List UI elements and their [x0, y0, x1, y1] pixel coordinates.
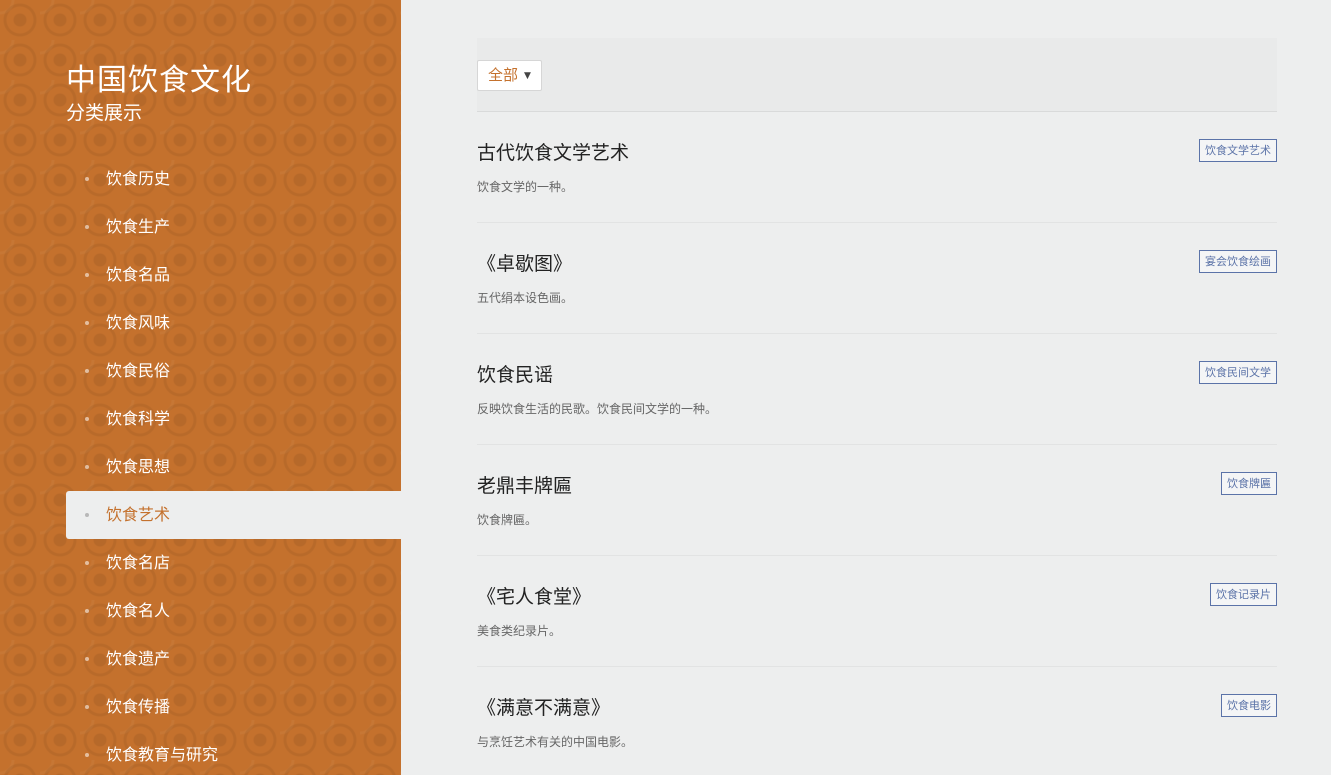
nav-item-history[interactable]: 饮食历史: [66, 155, 401, 203]
sidebar: 中国饮食文化 分类展示 饮食历史 饮食生产 饮食名品 饮食风味 饮食民俗 饮食科…: [0, 0, 401, 775]
entry-description: 五代绢本设色画。: [477, 291, 574, 305]
entry-description: 与烹饪艺术有关的中国电影。: [477, 735, 634, 749]
bullet-icon: [85, 177, 89, 181]
entry-tag[interactable]: 宴会饮食绘画: [1199, 250, 1277, 273]
list-item: 老鼎丰牌匾 饮食牌匾 饮食牌匾。: [477, 445, 1277, 556]
entry-title[interactable]: 《宅人食堂》: [477, 582, 591, 609]
nav-item-art[interactable]: 饮食艺术: [66, 491, 401, 539]
nav-item-thought[interactable]: 饮食思想: [66, 443, 401, 491]
nav-item-label: 饮食教育与研究: [106, 745, 219, 764]
nav-item-famous-people[interactable]: 饮食名人: [66, 587, 401, 635]
nav-item-label: 饮食生产: [106, 217, 171, 236]
nav-item-label: 饮食传播: [106, 697, 171, 716]
entry-title[interactable]: 古代饮食文学艺术: [477, 138, 629, 165]
bullet-icon: [85, 465, 89, 469]
bullet-icon: [85, 417, 89, 421]
site-title: 中国饮食文化: [66, 63, 252, 98]
filter-bar: 全部 ▼: [477, 38, 1277, 112]
bullet-icon: [85, 225, 89, 229]
nav-item-label: 饮食名品: [106, 265, 171, 284]
entry-title[interactable]: 老鼎丰牌匾: [477, 471, 572, 498]
bullet-icon: [85, 753, 89, 757]
nav-item-label: 饮食名店: [106, 553, 171, 572]
bullet-icon: [85, 273, 89, 277]
list-item: 《宅人食堂》 饮食记录片 美食类纪录片。: [477, 556, 1277, 667]
nav-item-label: 饮食名人: [106, 601, 171, 620]
list-item: 饮食民谣 饮食民间文学 反映饮食生活的民歌。饮食民间文学的一种。: [477, 334, 1277, 445]
nav-item-label: 饮食思想: [106, 457, 171, 476]
nav-item-customs[interactable]: 饮食民俗: [66, 347, 401, 395]
entry-tag[interactable]: 饮食民间文学: [1199, 361, 1277, 384]
list-item: 《满意不满意》 饮食电影 与烹饪艺术有关的中国电影。: [477, 667, 1277, 775]
entry-description: 反映饮食生活的民歌。饮食民间文学的一种。: [477, 402, 718, 416]
category-nav: 饮食历史 饮食生产 饮食名品 饮食风味 饮食民俗 饮食科学 饮食思想 饮食艺术 …: [66, 155, 401, 775]
bullet-icon: [85, 561, 89, 565]
site-subtitle: 分类展示: [66, 102, 143, 124]
bullet-icon: [85, 609, 89, 613]
nav-item-label: 饮食民俗: [106, 361, 171, 380]
list-item: 《卓歇图》 宴会饮食绘画 五代绢本设色画。: [477, 223, 1277, 334]
nav-item-flavors[interactable]: 饮食风味: [66, 299, 401, 347]
nav-item-famous-dishes[interactable]: 饮食名品: [66, 251, 401, 299]
bullet-icon: [85, 657, 89, 661]
entry-tag[interactable]: 饮食牌匾: [1221, 472, 1277, 495]
entry-tag[interactable]: 饮食记录片: [1210, 583, 1277, 606]
entry-title[interactable]: 《卓歇图》: [477, 249, 572, 276]
entry-tag[interactable]: 饮食文学艺术: [1199, 139, 1277, 162]
nav-item-label: 饮食艺术: [106, 505, 171, 524]
filter-dropdown[interactable]: 全部 ▼: [477, 60, 542, 91]
entry-description: 饮食牌匾。: [477, 513, 538, 527]
bullet-icon: [85, 321, 89, 325]
entry-description: 美食类纪录片。: [477, 624, 562, 638]
nav-item-label: 饮食风味: [106, 313, 171, 332]
entry-title[interactable]: 《满意不满意》: [477, 693, 610, 720]
nav-item-science[interactable]: 饮食科学: [66, 395, 401, 443]
nav-item-label: 饮食科学: [106, 409, 171, 428]
nav-item-famous-restaurants[interactable]: 饮食名店: [66, 539, 401, 587]
list-item: 古代饮食文学艺术 饮食文学艺术 饮食文学的一种。: [477, 112, 1277, 223]
bullet-icon: [85, 705, 89, 709]
nav-item-label: 饮食遗产: [106, 649, 171, 668]
bullet-icon: [85, 369, 89, 373]
nav-item-production[interactable]: 饮食生产: [66, 203, 401, 251]
nav-item-heritage[interactable]: 饮食遗产: [66, 635, 401, 683]
entry-tag[interactable]: 饮食电影: [1221, 694, 1277, 717]
bullet-icon: [85, 513, 89, 517]
nav-item-label: 饮食历史: [106, 169, 171, 188]
entry-description: 饮食文学的一种。: [477, 180, 574, 194]
nav-item-education[interactable]: 饮食教育与研究: [66, 731, 401, 775]
main-content: 全部 ▼ 古代饮食文学艺术 饮食文学艺术 饮食文学的一种。 《卓歇图》 宴会饮食绘…: [477, 38, 1277, 775]
nav-item-spread[interactable]: 饮食传播: [66, 683, 401, 731]
filter-selected-label: 全部: [488, 66, 519, 84]
caret-down-icon: ▼: [524, 71, 531, 81]
entry-title[interactable]: 饮食民谣: [477, 360, 553, 387]
